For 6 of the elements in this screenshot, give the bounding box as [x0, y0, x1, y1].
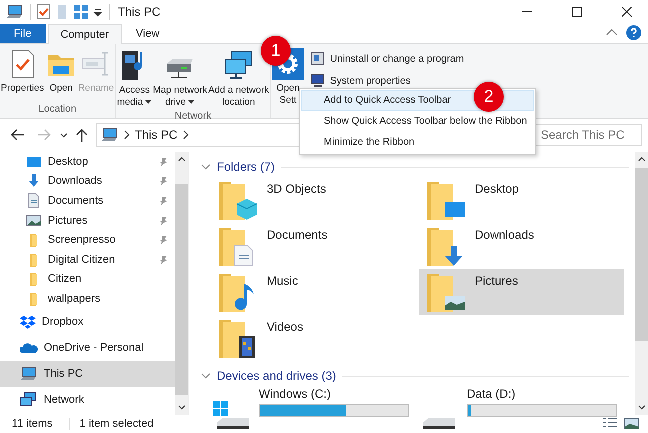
- group-label: Network: [174, 110, 212, 124]
- group-label: Location: [38, 103, 77, 117]
- step-badge: 1: [261, 36, 291, 66]
- selection-count: 1 item selected: [68, 418, 154, 430]
- item-count: 11 items: [12, 418, 53, 430]
- window-title: This PC: [118, 5, 161, 19]
